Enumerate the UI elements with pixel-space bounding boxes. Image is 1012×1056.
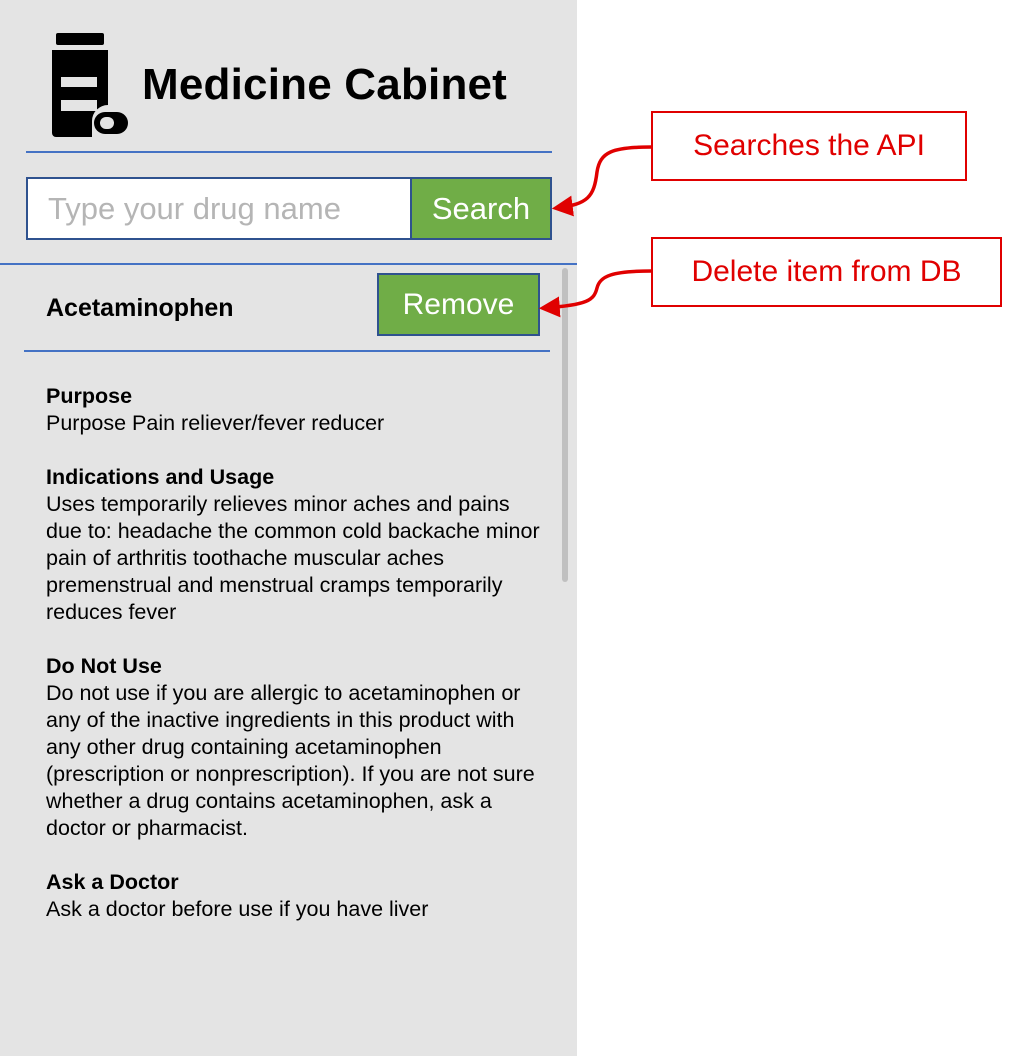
stage: Medicine Cabinet Search Acetaminophen Re…: [0, 0, 1012, 1056]
annotation-arrows: [538, 145, 653, 318]
search-arrow-icon: [551, 145, 653, 217]
remove-arrow-icon: [538, 269, 653, 318]
